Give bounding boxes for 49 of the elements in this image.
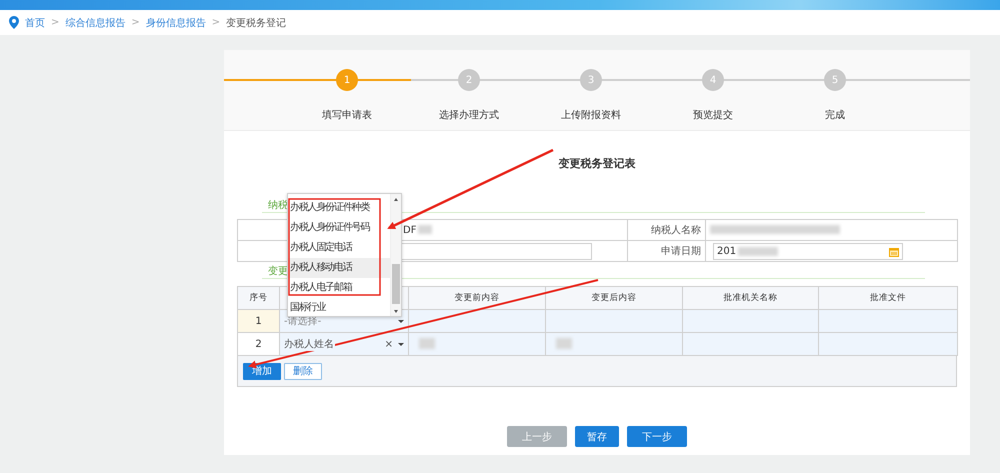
step-label: 上传附报资料 [561, 108, 621, 122]
field-value: DF [403, 224, 416, 236]
form-title: 变更税务登记表 [558, 157, 636, 171]
clear-button[interactable]: × [384, 338, 393, 350]
breadcrumb-link[interactable]: 综合信息报告 [65, 16, 126, 30]
column-header: 变更前内容 [408, 286, 546, 310]
section-title: 纳税 [268, 200, 288, 212]
column-header: 批准文件 [818, 286, 958, 310]
blurred-value [418, 225, 432, 234]
row-number: 1 [238, 310, 280, 332]
breadcrumb-separator: > [131, 17, 140, 28]
step-label: 完成 [825, 108, 845, 122]
field-value: 201 [717, 246, 736, 256]
next-button[interactable]: 下一步 [627, 426, 687, 447]
dropdown-option[interactable]: 办税人电子邮箱 [288, 278, 390, 298]
dropdown-option[interactable]: 办税人固定电话 [288, 238, 390, 258]
breadcrumb-separator: > [51, 17, 60, 28]
blurred-value [556, 338, 572, 350]
step-label: 预览提交 [693, 108, 733, 122]
scrollbar[interactable] [390, 194, 401, 316]
row-number: 2 [238, 332, 280, 356]
column-header: 变更后内容 [546, 286, 682, 310]
step-label: 填写申请表 [322, 108, 372, 122]
dropdown-option[interactable]: 办税人移动电话 [288, 258, 390, 278]
field-label: 纳税人名称 [628, 220, 706, 240]
breadcrumb-link[interactable]: 身份信息报告 [146, 16, 206, 30]
column-header: 序号 [238, 286, 280, 310]
step-number[interactable]: 1 [336, 69, 358, 91]
scroll-down-icon[interactable] [391, 307, 401, 315]
save-button[interactable]: 暂存 [575, 426, 619, 447]
column-header: 批准机关名称 [682, 286, 818, 310]
breadcrumb-link[interactable]: 首页 [25, 16, 45, 30]
blurred-value [738, 246, 778, 256]
blurred-value [419, 338, 435, 350]
field-label: 申请日期 [628, 240, 706, 262]
scrollbar-thumb[interactable] [392, 264, 400, 304]
step-label: 选择办理方式 [439, 108, 499, 122]
dropdown-option[interactable]: 办税人身份证件种类 [288, 198, 390, 218]
location-icon [9, 16, 19, 29]
date-field[interactable]: 201 [713, 242, 903, 260]
dropdown-option[interactable]: 国标行业 [288, 298, 390, 318]
caret-icon[interactable] [398, 342, 404, 346]
previous-button: 上一步 [507, 426, 567, 447]
breadcrumb-separator: > [212, 17, 220, 28]
select-value: 办税人姓名 [284, 337, 335, 351]
section-title: 变更 [268, 266, 288, 278]
add-button[interactable]: 增加 [243, 362, 281, 380]
delete-button[interactable]: 删除 [284, 362, 322, 380]
caret-icon[interactable] [398, 320, 404, 322]
